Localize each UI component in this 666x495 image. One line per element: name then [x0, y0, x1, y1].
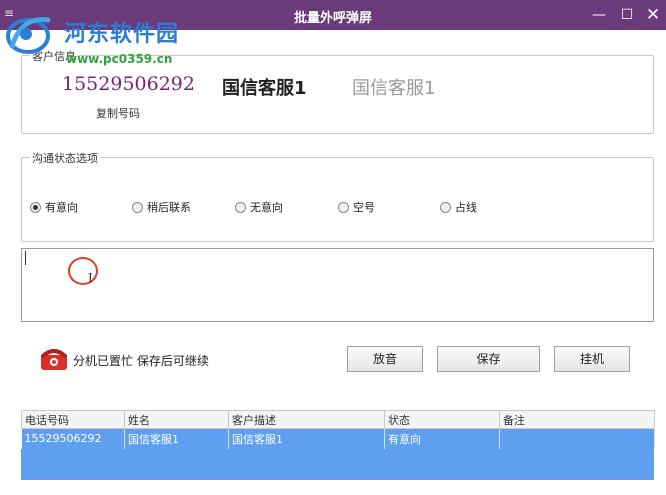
watermark: 河东软件园 www.pc0359.cn	[4, 8, 214, 68]
mouse-cursor-highlight	[68, 257, 98, 285]
call-records-table: 电话号码 姓名 客户描述 状态 备注 15529506292 国信客服1 国信客…	[21, 410, 655, 449]
watermark-logo-icon	[6, 17, 51, 54]
cell-remarks	[499, 428, 655, 449]
watermark-url: www.pc0359.cn	[66, 52, 173, 66]
close-button[interactable]: ✕	[642, 5, 664, 25]
customer-name-primary: 国信客服1	[222, 78, 307, 99]
customer-name-secondary: 国信客服1	[352, 78, 436, 99]
radio-label: 稍后联系	[147, 201, 191, 214]
customer-phone: 15529506292	[62, 73, 195, 95]
radio-contact-later[interactable]: 稍后联系	[132, 199, 191, 215]
status-options-group: 沟通状态选项 有意向 稍后联系 无意向 空号 占线	[21, 150, 654, 242]
cell-phone: 15529506292	[21, 428, 125, 449]
radio-line-busy[interactable]: 占线	[440, 199, 477, 215]
radio-empty-number[interactable]: 空号	[338, 199, 375, 215]
table-header-row: 电话号码 姓名 客户描述 状态 备注	[21, 410, 655, 429]
column-header-description[interactable]: 客户描述	[228, 410, 385, 429]
radio-label: 占线	[455, 201, 477, 214]
radio-not-interested[interactable]: 无意向	[235, 199, 283, 215]
radio-dot[interactable]	[132, 201, 143, 213]
notes-textarea[interactable]: I	[21, 248, 654, 322]
save-button[interactable]: 保存	[437, 346, 540, 372]
radio-dot[interactable]	[338, 201, 349, 213]
radio-interested[interactable]: 有意向	[30, 199, 78, 215]
radio-dot[interactable]	[235, 201, 246, 213]
column-header-remarks[interactable]: 备注	[499, 410, 655, 429]
phone-busy-icon	[41, 349, 67, 370]
radio-label: 无意向	[250, 201, 283, 214]
cell-name: 国信客服1	[124, 428, 229, 449]
radio-dot[interactable]	[440, 201, 451, 213]
cell-status: 有意向	[384, 428, 500, 449]
table-row[interactable]: 15529506292 国信客服1 国信客服1 有意向	[21, 428, 655, 449]
maximize-button[interactable]: ☐	[616, 5, 638, 25]
column-header-name[interactable]: 姓名	[124, 410, 229, 429]
radio-label: 空号	[353, 201, 375, 214]
column-header-phone[interactable]: 电话号码	[21, 410, 125, 429]
ibeam-cursor-icon: I	[88, 271, 93, 285]
cell-description: 国信客服1	[228, 428, 385, 449]
column-header-status[interactable]: 状态	[384, 410, 500, 429]
extension-busy-status: 分机已置忙 保存后可继续	[73, 354, 209, 368]
watermark-name: 河东软件园	[64, 21, 180, 47]
copy-number-link[interactable]: 复制号码	[96, 105, 140, 121]
play-audio-button[interactable]: 放音	[347, 346, 423, 372]
radio-dot[interactable]	[30, 201, 41, 213]
table-selection-fill	[21, 449, 654, 480]
minimize-button[interactable]: —	[588, 5, 610, 25]
hang-up-button[interactable]: 挂机	[554, 346, 630, 372]
radio-label: 有意向	[45, 201, 78, 214]
text-caret	[25, 251, 26, 265]
status-options-title: 沟通状态选项	[30, 150, 100, 166]
